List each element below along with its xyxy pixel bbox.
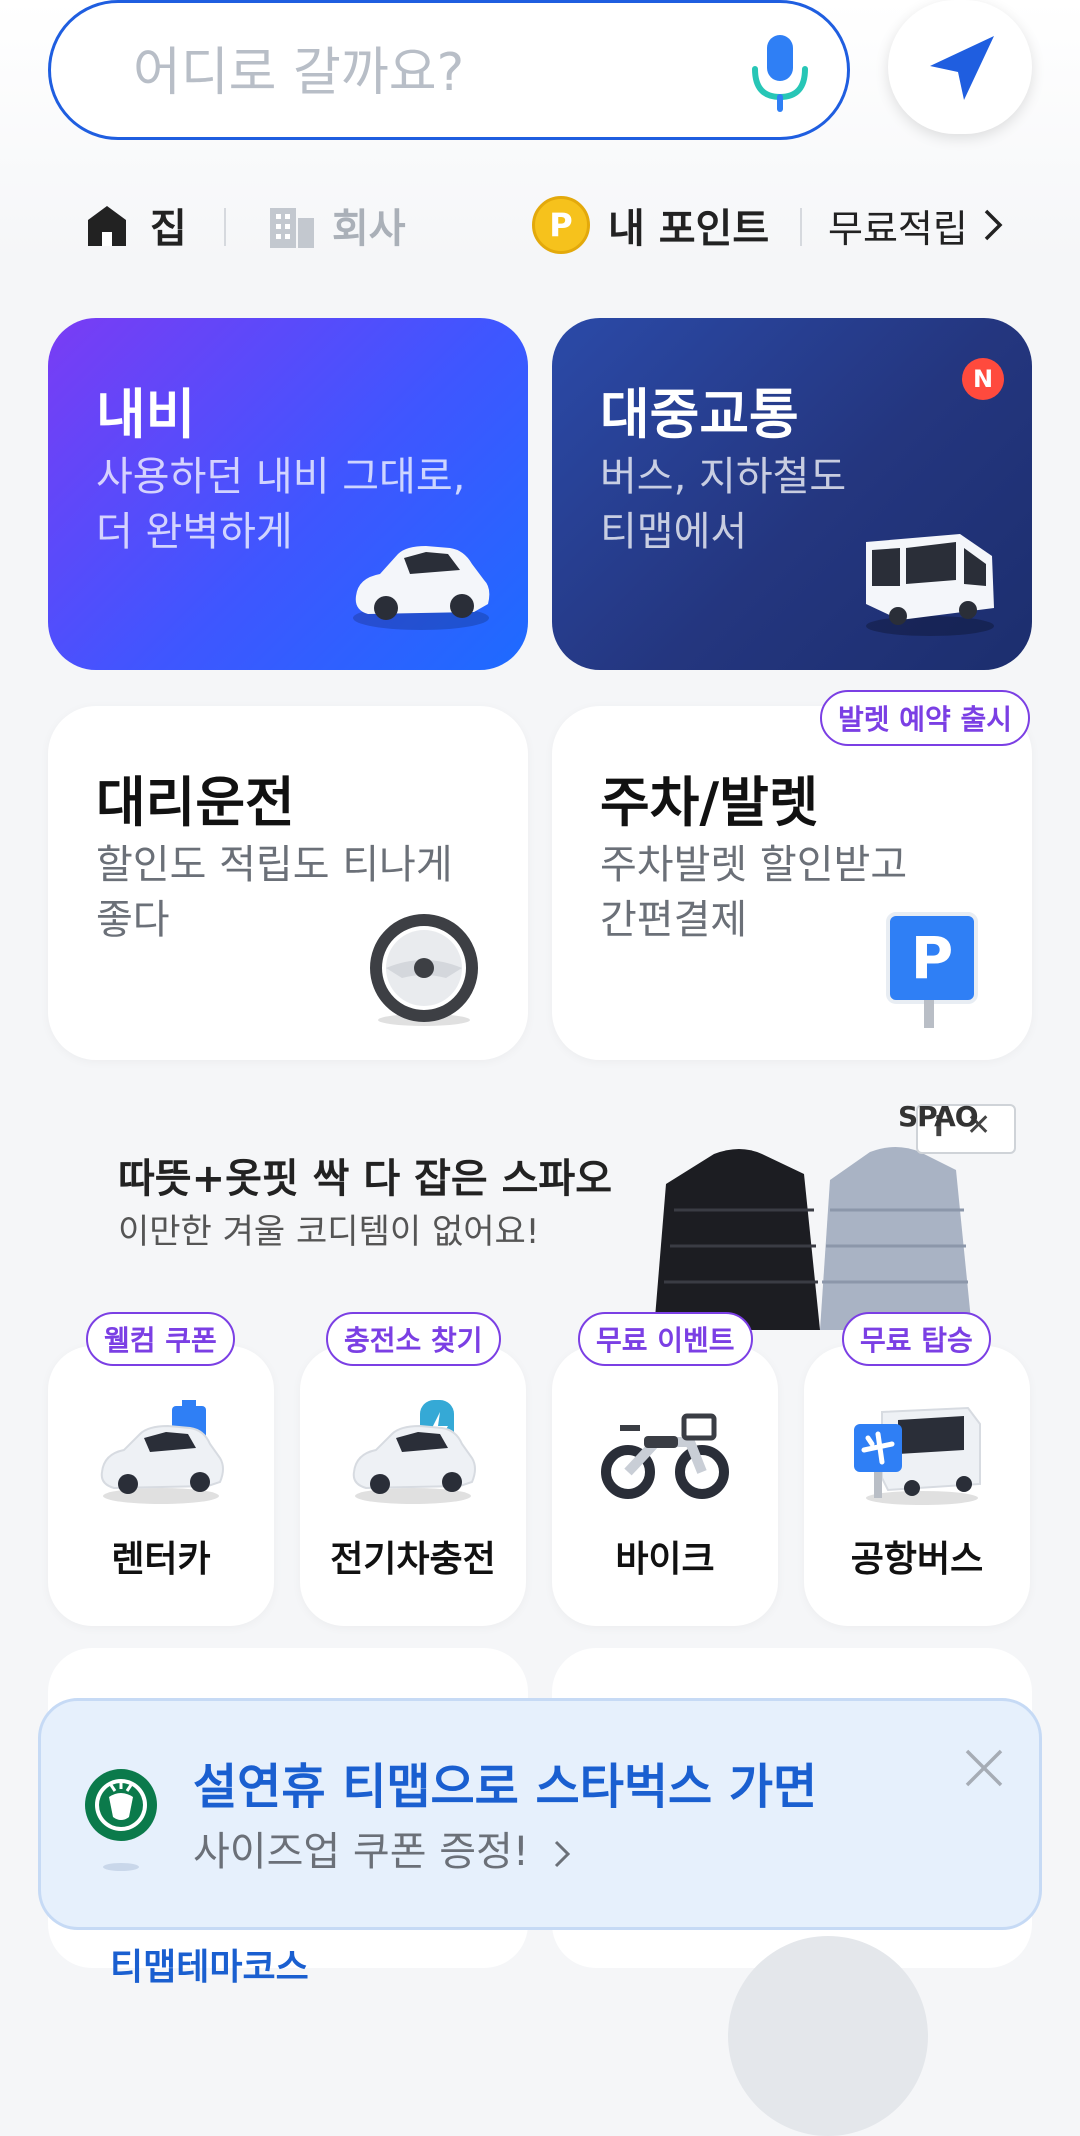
chevron-right-icon bbox=[554, 1840, 570, 1868]
welcome-coupon-tag: 웰컴 쿠폰 bbox=[86, 1312, 235, 1366]
close-icon[interactable] bbox=[959, 1743, 1009, 1793]
steering-wheel-icon bbox=[370, 914, 478, 1026]
work-label: 회사 bbox=[332, 206, 406, 252]
home-label: 집 bbox=[150, 206, 187, 252]
designated-driver-title: 대리운전 bbox=[96, 771, 295, 834]
ad-brand-logo: SPAO bbox=[898, 1100, 979, 1133]
building-icon bbox=[270, 208, 314, 248]
divider bbox=[800, 208, 802, 246]
bike-card[interactable]: 바이크 bbox=[552, 1346, 778, 1626]
current-location-button[interactable] bbox=[888, 0, 1032, 134]
sign-post bbox=[924, 1000, 934, 1028]
navi-card[interactable]: 내비 사용하던 내비 그대로, 더 완벽하게 bbox=[48, 318, 528, 670]
chevron-right-icon bbox=[984, 209, 1003, 241]
home-icon bbox=[88, 206, 126, 246]
free-earn-label: 무료적립 bbox=[828, 206, 968, 251]
transit-subtitle-line: 버스, 지하철도 bbox=[600, 454, 847, 500]
ad-subline: 이만한 겨울 코디템이 없어요! bbox=[118, 1212, 540, 1252]
starbucks-logo bbox=[85, 1769, 157, 1871]
ev-charging-card[interactable]: 전기차충전 bbox=[300, 1346, 526, 1626]
bike-icon bbox=[601, 1413, 729, 1499]
car-icon bbox=[353, 546, 490, 630]
bus-icon bbox=[866, 534, 994, 636]
free-earn-link[interactable]: 무료적립 bbox=[828, 190, 1004, 260]
theme-course-peek: 티맵테마코스 bbox=[110, 1947, 309, 1988]
free-ride-tag: 무료 탑승 bbox=[842, 1312, 991, 1366]
work-shortcut[interactable]: 회사 bbox=[268, 190, 406, 260]
toast-subtitle-text: 사이즈업 쿠폰 증정! bbox=[193, 1829, 529, 1875]
airport-bus-icon bbox=[854, 1406, 981, 1505]
bottom-circle-image bbox=[728, 1936, 928, 2136]
parking-valet-subtitle-line: 주차발렛 할인받고 bbox=[600, 842, 908, 888]
rental-car-label: 렌터카 bbox=[111, 1539, 211, 1580]
parking-valet-title: 주차/발렛 bbox=[600, 771, 819, 834]
ad-headline: 따뜻+옷핏 싹 다 잡은 스파오 bbox=[118, 1156, 613, 1202]
parking-sign-icon: P bbox=[886, 912, 978, 1004]
navigation-arrow-icon bbox=[930, 36, 994, 100]
toast-subtitle[interactable]: 사이즈업 쿠폰 증정! bbox=[193, 1819, 572, 1877]
navi-title: 내비 bbox=[96, 383, 196, 446]
rental-car-card[interactable]: 렌터카 bbox=[48, 1346, 274, 1626]
padded-jacket-image bbox=[654, 1147, 972, 1330]
home-shortcut[interactable]: 집 bbox=[84, 190, 187, 260]
designated-driver-subtitle-line: 할인도 적립도 티나게 bbox=[96, 842, 453, 888]
ev-charging-label: 전기차충전 bbox=[330, 1539, 496, 1580]
points-label: 내 포인트 bbox=[608, 206, 770, 252]
ev-charging-icon bbox=[352, 1400, 476, 1504]
shortcut-row: 집 회사 P 내 포인트 무료적립 bbox=[0, 190, 1080, 260]
my-points[interactable]: P 내 포인트 bbox=[532, 190, 769, 260]
point-coin-icon: P bbox=[532, 196, 590, 254]
transit-card[interactable]: 대중교통 N 버스, 지하철도 티맵에서 bbox=[552, 318, 1032, 670]
search-bar[interactable] bbox=[48, 0, 850, 140]
charger-finder-tag: 충전소 찾기 bbox=[326, 1312, 501, 1366]
transit-title: 대중교통 bbox=[600, 383, 799, 446]
parking-valet-card[interactable]: 주차/발렛 주차발렛 할인받고 간편결제 발렛 예약 출시 P bbox=[552, 690, 1032, 1060]
starbucks-promo-toast[interactable]: 설연휴 티맵으로 스타벅스 가면 사이즈업 쿠폰 증정! bbox=[38, 1698, 1042, 1930]
microphone-icon[interactable] bbox=[745, 31, 815, 115]
navi-subtitle-line: 사용하던 내비 그대로, bbox=[96, 454, 466, 500]
search-input[interactable] bbox=[131, 37, 695, 109]
rental-car-icon bbox=[100, 1400, 224, 1504]
airport-bus-label: 공항버스 bbox=[850, 1539, 984, 1580]
toast-title: 설연휴 티맵으로 스타벅스 가면 bbox=[193, 1759, 818, 1815]
divider bbox=[224, 208, 226, 246]
bike-label: 바이크 bbox=[615, 1539, 715, 1580]
free-event-tag: 무료 이벤트 bbox=[578, 1312, 753, 1366]
airport-bus-card[interactable]: 공항버스 bbox=[804, 1346, 1030, 1626]
valet-reservation-tag: 발렛 예약 출시 bbox=[820, 690, 1031, 746]
designated-driver-card[interactable]: 대리운전 할인도 적립도 티나게 좋다 bbox=[48, 706, 528, 1060]
new-badge: N bbox=[962, 358, 1004, 400]
